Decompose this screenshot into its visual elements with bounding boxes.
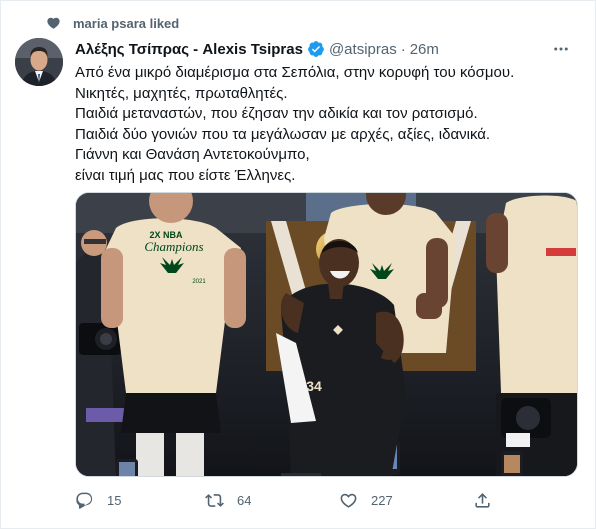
tweet-actions: 15 64 227 bbox=[75, 485, 578, 515]
retweet-button[interactable]: 64 bbox=[205, 485, 251, 515]
author-handle[interactable]: @atsipras bbox=[329, 41, 397, 58]
heart-outline-icon bbox=[340, 493, 357, 508]
author-name[interactable]: Αλέξης Τσίπρας - Alexis Tsipras bbox=[75, 41, 303, 58]
reply-button[interactable]: 15 bbox=[75, 485, 121, 515]
tweet-text: Από ένα μικρό διαμέρισμα στα Σεπόλια, στ… bbox=[75, 63, 575, 186]
tweet-text-line: είναι τιμή μας που είστε Έλληνες. bbox=[75, 166, 296, 184]
more-horizontal-icon bbox=[554, 47, 568, 51]
reply-count: 15 bbox=[107, 492, 122, 508]
social-context: maria psara liked bbox=[47, 14, 179, 32]
tweet-text-line: Από ένα μικρό διαμέρισμα στα Σεπόλια, στ… bbox=[75, 64, 515, 81]
svg-text:◆: ◆ bbox=[332, 322, 343, 336]
more-options-button[interactable] bbox=[551, 39, 571, 59]
tweet-time[interactable]: 26m bbox=[410, 41, 439, 58]
retweet-count: 64 bbox=[237, 492, 252, 508]
jersey-number: 34 bbox=[306, 378, 322, 394]
heart-icon bbox=[47, 17, 60, 29]
share-icon bbox=[475, 492, 490, 508]
share-button[interactable] bbox=[473, 485, 492, 515]
reply-icon bbox=[76, 492, 93, 509]
celebration-photo: 2X NBA Champions 2021 ◆ 34 bbox=[76, 193, 577, 476]
tweet-text-line: Παιδιά μεταναστών, που έζησαν την αδικία… bbox=[75, 105, 478, 122]
tweet-photo[interactable]: 2X NBA Champions 2021 ◆ 34 bbox=[75, 192, 578, 477]
shirt-text: Champions bbox=[144, 239, 203, 254]
liked-by-text[interactable]: maria psara liked bbox=[73, 16, 179, 31]
tweet-text-line: Παιδιά δύο γονιών που τα μεγάλωσαν με αρ… bbox=[75, 125, 491, 143]
verified-badge-icon bbox=[308, 41, 324, 57]
tweet-text-line: Γιάννη και Θανάση Αντετοκούνμπο, bbox=[75, 146, 310, 163]
tweet-header: Αλέξης Τσίπρας - Alexis Tsipras @atsipra… bbox=[75, 39, 571, 59]
shirt-text: 2021 bbox=[192, 279, 206, 285]
retweet-icon bbox=[205, 493, 224, 507]
avatar-image bbox=[15, 38, 63, 86]
like-count: 227 bbox=[371, 492, 393, 508]
tweet-text-line: Νικητές, μαχητές, πρωταθλητές. bbox=[75, 84, 288, 102]
separator-dot: · bbox=[400, 40, 406, 58]
like-button[interactable]: 227 bbox=[339, 485, 393, 515]
tweet-card[interactable]: maria psara liked Αλέξης Τσίπρας - Alexi… bbox=[0, 0, 596, 529]
avatar[interactable] bbox=[15, 38, 63, 86]
